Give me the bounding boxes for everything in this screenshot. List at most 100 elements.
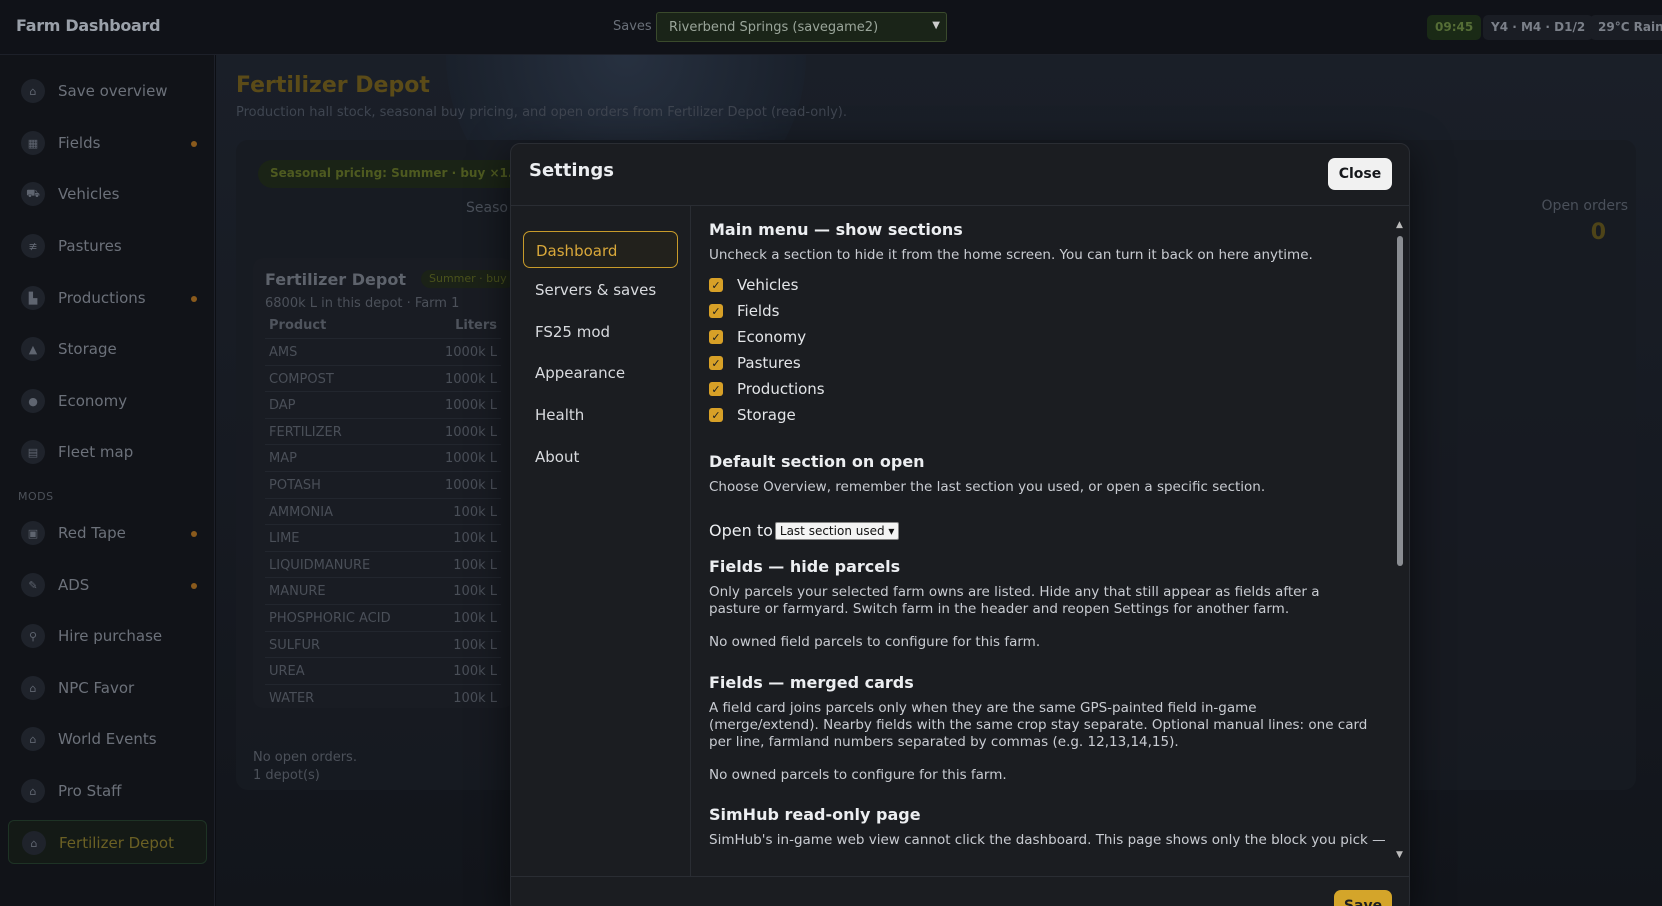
product-liters: 100k L: [453, 664, 497, 680]
section-checkbox-storage[interactable]: ✓ Storage: [709, 405, 796, 425]
table-row: SULFUR 100k L: [265, 630, 501, 657]
sidebar-item-npc-favor[interactable]: ⌂ NPC Favor: [8, 666, 207, 710]
time-chip: 09:45: [1427, 15, 1482, 40]
saves-select[interactable]: Riverbend Springs (savegame2) ▼: [656, 12, 947, 42]
checkbox-label: Vehicles: [737, 276, 799, 294]
tab-servers-saves[interactable]: Servers & saves: [523, 271, 678, 308]
notification-dot: [191, 531, 197, 537]
checkbox-checked-icon[interactable]: ✓: [709, 278, 723, 292]
sidebar-item-label: Storage: [58, 340, 117, 358]
sidebar-item-fertilizer-depot[interactable]: ⌂ Fertilizer Depot: [8, 820, 207, 864]
sidebar-item-pro-staff[interactable]: ⌂ Pro Staff: [8, 769, 207, 813]
product-liters: 100k L: [453, 531, 497, 547]
sidebar-item-pastures[interactable]: ≢ Pastures: [8, 224, 207, 268]
tab-appearance[interactable]: Appearance: [523, 354, 678, 391]
table-row: LIQUIDMANURE 100k L: [265, 550, 501, 577]
table-row: MANURE 100k L: [265, 577, 501, 603]
scroll-down-icon[interactable]: ▼: [1396, 850, 1403, 860]
tab-dashboard[interactable]: Dashboard: [523, 231, 678, 268]
sidebar-item-storage[interactable]: ▲ Storage: [8, 327, 207, 371]
app-title: Farm Dashboard: [16, 16, 161, 35]
notification-dot: [191, 296, 197, 302]
checkbox-checked-icon[interactable]: ✓: [709, 330, 723, 344]
sidebar-item-label: Pastures: [58, 237, 122, 255]
notification-dot: [191, 583, 197, 589]
table-row: FERTILIZER 1000k L: [265, 417, 501, 444]
mods-section-header: MODS: [18, 490, 54, 503]
chevron-down-icon: ▼: [932, 20, 940, 31]
sidebar-item-fields[interactable]: ▦ Fields: [8, 121, 207, 165]
product-name: WATER: [269, 690, 315, 706]
product-liters: 100k L: [453, 557, 497, 573]
map-icon: ▤: [21, 440, 45, 464]
section-checkbox-economy[interactable]: ✓ Economy: [709, 327, 806, 347]
depot-name: Fertilizer Depot: [265, 270, 406, 289]
fence-icon: ≢: [21, 234, 45, 258]
merged-cards-title: Fields — merged cards: [709, 673, 914, 692]
scroll-thumb[interactable]: [1397, 236, 1403, 566]
product-name: FERTILIZER: [269, 424, 342, 440]
product-liters: 100k L: [453, 584, 497, 600]
tab-fs25-mod[interactable]: FS25 mod: [523, 313, 678, 350]
sidebar-item-hire-purchase[interactable]: ⚲ Hire purchase: [8, 614, 207, 658]
sidebar-item-save-overview[interactable]: ⌂ Save overview: [8, 69, 207, 113]
date-chip: Y4 · M4 · D1/2: [1483, 15, 1594, 40]
sidebar-item-label: ADS: [58, 576, 90, 594]
home-icon: ⌂: [21, 79, 45, 103]
checkbox-label: Fields: [737, 302, 780, 320]
product-liters: 1000k L: [445, 424, 497, 440]
table-row: DAP 1000k L: [265, 391, 501, 417]
sidebar-item-world-events[interactable]: ⌂ World Events: [8, 717, 207, 761]
sidebar-item-red-tape[interactable]: ▣ Red Tape: [8, 511, 207, 555]
product-liters: 100k L: [453, 504, 497, 520]
settings-content: Main menu — show sections Uncheck a sect…: [709, 214, 1389, 854]
checkbox-checked-icon[interactable]: ✓: [709, 408, 723, 422]
settings-scrollbar[interactable]: ▲ ▼: [1394, 220, 1406, 860]
product-name: AMS: [269, 345, 298, 360]
table-row: POTASH 1000k L: [265, 471, 501, 497]
simhub-desc: SimHub's in-game web view cannot click t…: [709, 832, 1389, 848]
tab-about[interactable]: About: [523, 438, 678, 475]
product-liters: 1000k L: [445, 345, 497, 360]
save-button[interactable]: Save: [1334, 890, 1392, 906]
hide-parcels-title: Fields — hide parcels: [709, 557, 901, 576]
product-name: UREA: [269, 664, 305, 680]
checkbox-checked-icon[interactable]: ✓: [709, 356, 723, 370]
product-name: MAP: [269, 451, 297, 467]
product-name: LIQUIDMANURE: [269, 557, 371, 573]
sidebar-item-vehicles[interactable]: ⛟ Vehicles: [8, 172, 207, 216]
open-to-value: Last section used: [779, 523, 885, 538]
product-liters: 1000k L: [445, 398, 497, 414]
tab-health[interactable]: Health: [523, 396, 678, 433]
sidebar-item-label: Hire purchase: [58, 627, 163, 645]
clipboard-icon: ▣: [21, 521, 45, 545]
table-row: UREA 100k L: [265, 657, 501, 683]
product-name: SULFUR: [269, 637, 321, 653]
saves-select-value: Riverbend Springs (savegame2): [669, 20, 879, 35]
sidebar-item-economy[interactable]: ● Economy: [8, 379, 207, 423]
sidebar-item-productions[interactable]: ▙ Productions: [8, 276, 207, 320]
col-header-liters: Liters: [455, 318, 497, 333]
product-liters: 100k L: [453, 690, 497, 706]
open-to-select[interactable]: Last section used ▾: [774, 521, 900, 540]
section-checkbox-productions[interactable]: ✓ Productions: [709, 379, 825, 399]
section-checkbox-fields[interactable]: ✓ Fields: [709, 301, 779, 321]
sidebar-item-label: Economy: [58, 392, 128, 410]
scroll-up-icon[interactable]: ▲: [1396, 220, 1403, 230]
section-checkbox-vehicles[interactable]: ✓ Vehicles: [709, 275, 798, 295]
product-name: DAP: [269, 398, 296, 414]
wrench-icon: ✎: [21, 573, 45, 597]
close-button[interactable]: Close: [1328, 158, 1392, 190]
checkbox-checked-icon[interactable]: ✓: [709, 382, 723, 396]
checkbox-checked-icon[interactable]: ✓: [709, 304, 723, 318]
sidebar: ⌂ Save overview ▦ Fields ⛟ Vehicles ≢ Pa…: [0, 55, 215, 906]
product-name: LIME: [269, 531, 300, 547]
section-checkbox-pastures[interactable]: ✓ Pastures: [709, 353, 801, 373]
table-row: PHOSPHORIC ACID 100k L: [265, 604, 501, 630]
sidebar-item-ads[interactable]: ✎ ADS: [8, 563, 207, 607]
page-title: Fertilizer Depot: [236, 73, 430, 98]
factory-icon: ▙: [21, 286, 45, 310]
table-row: COMPOST 1000k L: [265, 364, 501, 391]
checkbox-label: Economy: [737, 328, 807, 346]
sidebar-item-fleet-map[interactable]: ▤ Fleet map: [8, 430, 207, 474]
